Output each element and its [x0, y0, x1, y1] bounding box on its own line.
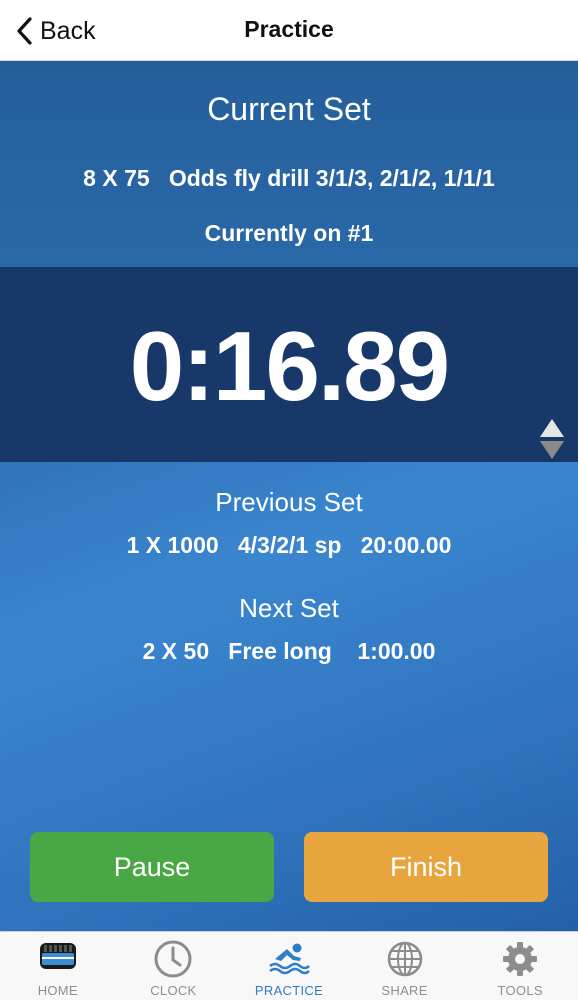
pause-button[interactable]: Pause	[30, 832, 274, 902]
practice-panel: Current Set 8 X 75 Odds fly drill 3/1/3,…	[0, 61, 578, 931]
current-set-section: Current Set 8 X 75 Odds fly drill 3/1/3,…	[0, 61, 578, 267]
tab-bar: HOME CLOCK PRACTICE SHARE TOOLS	[0, 931, 578, 1000]
timer-band: 0:16.89	[0, 267, 578, 462]
page-title: Practice	[244, 16, 334, 42]
tab-tools[interactable]: TOOLS	[462, 932, 578, 1000]
current-set-description: 8 X 75 Odds fly drill 3/1/3, 2/1/2, 1/1/…	[83, 165, 495, 191]
gear-icon	[503, 942, 538, 976]
next-set-detail: 2 X 50 Free long 1:00.00	[142, 638, 436, 664]
tab-label: HOME	[37, 983, 78, 998]
tab-label: PRACTICE	[254, 983, 324, 998]
timer-display: 0:16.89	[129, 311, 450, 421]
tab-label: SHARE	[381, 983, 428, 998]
globe-icon	[387, 941, 422, 977]
previous-set-detail: 1 X 1000 4/3/2/1 sp 20:00.00	[126, 532, 452, 558]
navigation-bar: Back Practice	[0, 0, 578, 61]
current-set-heading: Current Set	[207, 91, 371, 127]
previous-set-heading: Previous Set	[215, 487, 363, 517]
up-down-stepper-icon[interactable]	[538, 417, 566, 461]
clock-icon	[154, 940, 192, 978]
tab-home[interactable]: HOME	[0, 932, 116, 1000]
swimmer-icon	[269, 943, 310, 975]
next-set-heading: Next Set	[239, 593, 339, 623]
home-icon	[39, 943, 76, 969]
tab-label: CLOCK	[150, 983, 197, 998]
tab-practice[interactable]: PRACTICE	[231, 932, 347, 1000]
tab-share[interactable]: SHARE	[347, 932, 463, 1000]
tab-clock[interactable]: CLOCK	[116, 932, 232, 1000]
tab-label: TOOLS	[497, 983, 543, 998]
finish-button[interactable]: Finish	[304, 832, 548, 902]
current-repetition: Currently on #1	[204, 220, 374, 246]
